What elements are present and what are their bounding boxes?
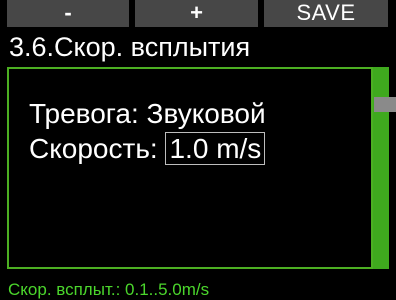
alarm-row[interactable]: Тревога: Звуковой (29, 98, 266, 130)
save-button[interactable]: SAVE (264, 0, 388, 27)
speed-label: Скорость: (29, 133, 158, 164)
page-title: 3.6.Скор. всплытия (9, 32, 251, 62)
range-hint: Скор. всплыт.: 0.1..5.0m/s (8, 280, 210, 299)
softkey-bar: - + SAVE (7, 0, 388, 28)
speed-row[interactable]: Скорость: 1.0 m/s (29, 132, 266, 165)
alarm-label: Тревога: (29, 98, 139, 129)
increase-button[interactable]: + (135, 0, 258, 27)
decrease-button[interactable]: - (7, 0, 129, 27)
scrollbar-thumb[interactable] (374, 97, 396, 112)
alarm-value[interactable]: Звуковой (147, 98, 266, 129)
speed-value-field[interactable]: 1.0 m/s (165, 132, 266, 165)
